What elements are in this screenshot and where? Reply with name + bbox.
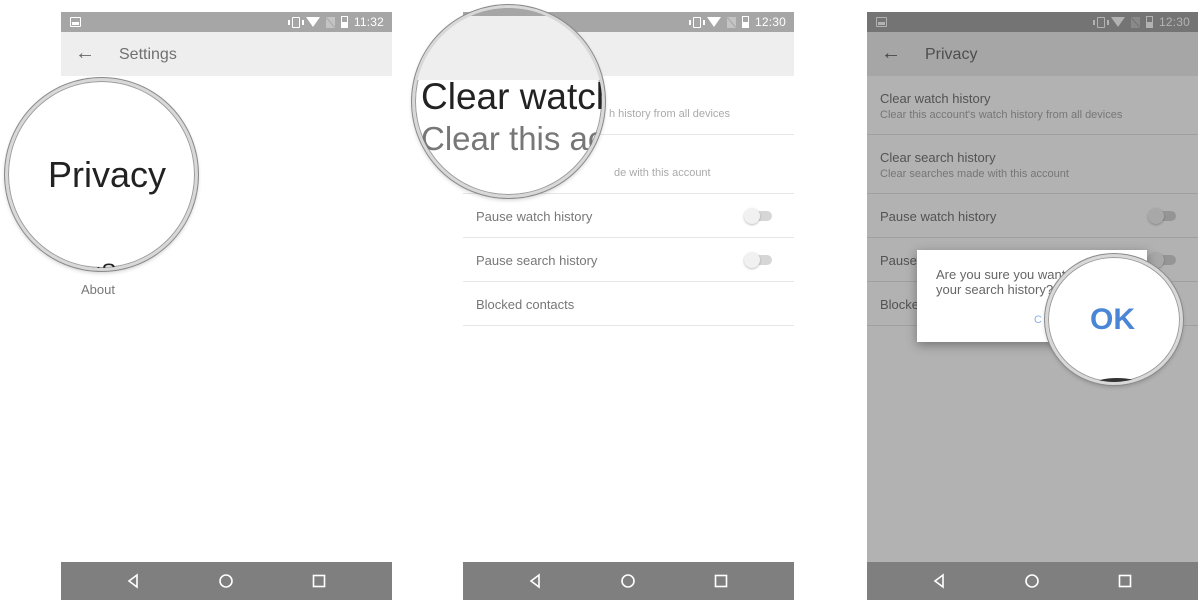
magnified-clear-watch-subtitle: Clear this acc [421,120,605,157]
magnifier-clear-watch: Clear watch Clear this acc [412,5,605,198]
magnifier-ok: OK [1045,254,1183,385]
image-notification-icon [70,17,81,27]
row-pause-watch-history[interactable]: Pause watch history [463,194,794,238]
row-subtitle: de with this account [614,167,711,179]
nav-back-icon[interactable] [527,573,543,589]
wifi-icon [706,17,721,27]
nav-back-icon[interactable] [931,573,947,589]
status-bar: 11:32 [61,12,392,32]
row-pause-search-history[interactable]: Pause search history [463,238,794,282]
magnified-privacy-item[interactable]: Privacy [48,154,166,196]
no-sim-icon [325,16,335,28]
nav-home-icon[interactable] [1024,573,1040,589]
magnified-toolbar [415,16,602,80]
ok-button[interactable]: OK [1090,303,1135,337]
magnified-partial-text: ·ıS [88,259,116,268]
vibrate-icon [287,16,304,28]
toggle-switch[interactable] [744,208,772,224]
clock: 11:32 [353,15,384,29]
battery-icon [741,16,749,28]
magnifier-privacy: Privacy ·ıS [5,78,198,271]
row-subtitle: h history from all devices [609,108,731,120]
row-title: Pause watch history [476,209,593,224]
android-nav-bar [867,562,1198,600]
android-nav-bar [463,562,794,600]
nav-recents-icon[interactable] [311,573,327,589]
row-title: Blocked contacts [476,297,575,312]
nav-back-icon[interactable] [125,573,141,589]
no-sim-icon [726,16,736,28]
app-toolbar: ← Settings [61,32,392,76]
row-blocked-contacts[interactable]: Blocked contacts [463,282,794,326]
clock: 12:30 [754,15,786,29]
toolbar-title: Settings [119,46,177,63]
settings-item-about[interactable]: About [81,282,115,297]
wifi-icon [305,17,320,27]
magnified-status-bar [415,8,602,16]
battery-icon [340,16,348,28]
android-nav-bar [61,562,392,600]
nav-home-icon[interactable] [620,573,636,589]
row-title: Pause search history [476,253,598,268]
nav-recents-icon[interactable] [713,573,729,589]
magnified-clear-watch-title[interactable]: Clear watch [421,76,602,118]
nav-home-icon[interactable] [218,573,234,589]
back-arrow-icon[interactable]: ← [75,43,95,63]
toggle-switch[interactable] [744,252,772,268]
cancel-button[interactable]: C [1034,314,1042,326]
nav-recents-icon[interactable] [1117,573,1133,589]
vibrate-icon [688,16,705,28]
